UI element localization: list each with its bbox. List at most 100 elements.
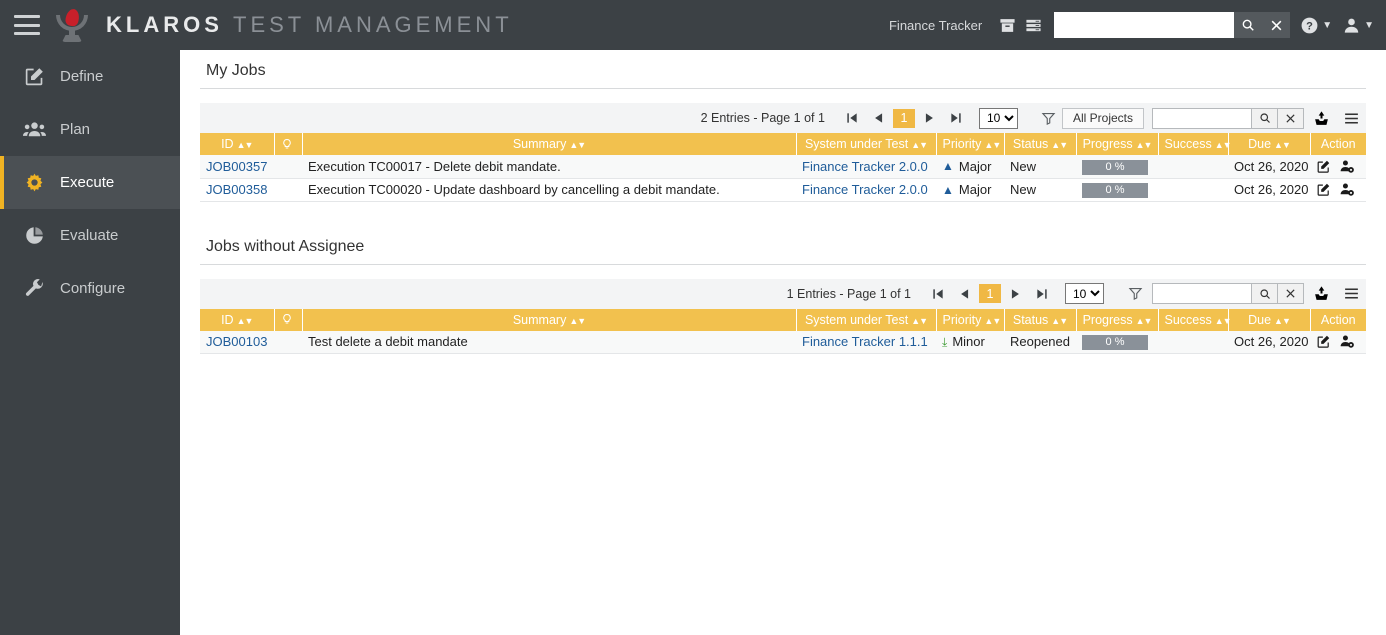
last-page-icon[interactable] bbox=[1031, 283, 1053, 305]
cell-flag bbox=[274, 330, 302, 354]
entries-count-label: 1 Entries - Page 1 of 1 bbox=[786, 286, 911, 301]
cell-id: JOB00357 bbox=[200, 155, 274, 179]
sut-link[interactable]: Finance Tracker 2.0.0 bbox=[802, 182, 928, 197]
table-row[interactable]: JOB00103 Test delete a debit mandate Fin… bbox=[200, 330, 1366, 354]
column-label: Progress bbox=[1082, 137, 1133, 151]
column-header-summary[interactable]: Summary ▲▼ bbox=[302, 308, 797, 331]
sidebar-item-execute[interactable]: Execute bbox=[0, 156, 180, 209]
sidebar-item-plan[interactable]: Plan bbox=[0, 103, 180, 156]
search-input[interactable] bbox=[1054, 12, 1235, 38]
table-row[interactable]: JOB00358 Execution TC00020 - Update dash… bbox=[200, 178, 1366, 202]
sort-icon: ▲▼ bbox=[1274, 315, 1291, 326]
edit-pencil-icon[interactable] bbox=[1316, 182, 1331, 197]
sidebar-item-label: Plan bbox=[60, 121, 91, 138]
current-project-label: Finance Tracker bbox=[888, 17, 983, 33]
sidebar-item-evaluate[interactable]: Evaluate bbox=[0, 209, 180, 262]
column-header-system-under-test[interactable]: System under Test ▲▼ bbox=[796, 133, 937, 155]
page-size-select[interactable]: 10 bbox=[1065, 283, 1104, 304]
sut-link[interactable]: Finance Tracker 2.0.0 bbox=[802, 159, 928, 174]
hamburger-icon[interactable] bbox=[14, 15, 40, 35]
sut-link[interactable]: Finance Tracker 1.1.1 bbox=[802, 334, 928, 349]
cell-action bbox=[1310, 178, 1366, 202]
column-header-success[interactable]: Success ▲▼ bbox=[1158, 133, 1232, 155]
last-page-icon[interactable] bbox=[945, 107, 967, 129]
sort-icon: ▲▼ bbox=[984, 315, 1001, 326]
table-header-row: ID ▲▼ Summary ▲▼ System under Test ▲▼ Pr… bbox=[200, 308, 1366, 331]
funnel-filter-icon[interactable] bbox=[1122, 286, 1148, 301]
assign-user-icon[interactable] bbox=[1339, 182, 1355, 197]
column-header-priority[interactable]: Priority ▲▼ bbox=[936, 133, 1005, 155]
table-filter-clear-icon[interactable] bbox=[1278, 107, 1304, 129]
table-row[interactable]: JOB00357 Execution TC00017 - Delete debi… bbox=[200, 155, 1366, 179]
column-header-status[interactable]: Status ▲▼ bbox=[1004, 308, 1077, 331]
sidebar-item-configure[interactable]: Configure bbox=[0, 262, 180, 315]
table-filter-search-icon[interactable] bbox=[1252, 283, 1278, 304]
sort-icon: ▲▼ bbox=[236, 140, 254, 150]
page-size-select[interactable]: 10 bbox=[978, 107, 1018, 129]
column-header-progress[interactable]: Progress ▲▼ bbox=[1076, 308, 1159, 331]
cell-success bbox=[1158, 155, 1228, 179]
cell-progress: 0 % bbox=[1076, 155, 1158, 179]
column-header-due[interactable]: Due ▲▼ bbox=[1228, 133, 1311, 155]
table-menu-icon[interactable] bbox=[1338, 110, 1364, 127]
column-header-summary[interactable]: Summary ▲▼ bbox=[302, 133, 797, 155]
job-id-link[interactable]: JOB00357 bbox=[206, 159, 267, 174]
chevron-up-icon: ▲ bbox=[942, 159, 954, 174]
column-label: Action bbox=[1320, 312, 1356, 327]
funnel-filter-icon[interactable] bbox=[1036, 111, 1062, 126]
sidebar-item-define[interactable]: Define bbox=[0, 50, 180, 103]
column-header-action: Action bbox=[1310, 133, 1366, 155]
table-filter-input[interactable] bbox=[1152, 107, 1252, 129]
pagination-controls: 1 10 bbox=[927, 283, 1104, 305]
search-icon[interactable] bbox=[1234, 12, 1263, 38]
column-label: Summary bbox=[512, 137, 567, 151]
download-inbox-icon[interactable] bbox=[1308, 110, 1334, 127]
table-filter-clear-icon[interactable] bbox=[1278, 283, 1304, 304]
current-page-number[interactable]: 1 bbox=[979, 284, 1001, 303]
server-stack-icon[interactable] bbox=[1020, 12, 1046, 38]
next-page-icon[interactable] bbox=[1005, 283, 1027, 305]
edit-pencil-icon[interactable] bbox=[1316, 334, 1331, 349]
column-header-due[interactable]: Due ▲▼ bbox=[1228, 308, 1311, 331]
sidebar-item-label: Evaluate bbox=[60, 227, 119, 244]
cell-status: New bbox=[1004, 155, 1076, 179]
column-header-progress[interactable]: Progress ▲▼ bbox=[1076, 133, 1159, 155]
brand-subtitle: TEST MANAGEMENT bbox=[233, 12, 513, 37]
global-search bbox=[1054, 12, 1291, 38]
download-inbox-icon[interactable] bbox=[1308, 285, 1334, 302]
column-header-status[interactable]: Status ▲▼ bbox=[1004, 133, 1077, 155]
job-id-link[interactable]: JOB00103 bbox=[206, 334, 267, 349]
first-page-icon[interactable] bbox=[841, 107, 863, 129]
help-menu[interactable]: ? ▼ bbox=[1300, 16, 1332, 35]
section-jobs-without-assignee: Jobs without Assignee 1 Entries - Page 1… bbox=[200, 226, 1366, 354]
edit-pencil-icon[interactable] bbox=[1316, 159, 1331, 174]
clear-x-icon[interactable] bbox=[1262, 12, 1291, 38]
job-id-link[interactable]: JOB00358 bbox=[206, 182, 267, 197]
column-header-priority[interactable]: Priority ▲▼ bbox=[936, 308, 1005, 331]
column-header-id[interactable]: ID ▲▼ bbox=[200, 133, 275, 155]
column-header-id[interactable]: ID ▲▼ bbox=[200, 308, 275, 331]
previous-page-icon[interactable] bbox=[953, 283, 975, 305]
first-page-icon[interactable] bbox=[927, 283, 949, 305]
sort-icon: ▲▼ bbox=[1135, 140, 1153, 150]
column-header-system-under-test[interactable]: System under Test ▲▼ bbox=[796, 308, 937, 331]
cell-priority: ▲ Major bbox=[936, 155, 1004, 179]
current-page-number[interactable]: 1 bbox=[892, 108, 915, 128]
header-right-tools: Finance Tracker ? ▼ ▼ bbox=[889, 12, 1386, 38]
user-menu[interactable]: ▼ bbox=[1342, 16, 1374, 35]
column-header-success[interactable]: Success ▲▼ bbox=[1158, 308, 1232, 331]
previous-page-icon[interactable] bbox=[867, 107, 889, 129]
next-page-icon[interactable] bbox=[919, 107, 941, 129]
cell-due: Oct 26, 2020 bbox=[1228, 330, 1310, 354]
all-projects-button[interactable]: All Projects bbox=[1061, 107, 1144, 129]
assign-user-icon[interactable] bbox=[1339, 334, 1355, 349]
assign-user-icon[interactable] bbox=[1339, 159, 1355, 174]
table-tools bbox=[1122, 283, 1366, 304]
archive-box-icon[interactable] bbox=[994, 12, 1020, 38]
column-header-flag[interactable] bbox=[274, 133, 303, 155]
column-header-flag[interactable] bbox=[274, 308, 303, 331]
table-filter-input[interactable] bbox=[1152, 283, 1252, 304]
table-filter-search-icon[interactable] bbox=[1252, 107, 1278, 129]
table-menu-icon[interactable] bbox=[1338, 285, 1364, 302]
cell-due: Oct 26, 2020 bbox=[1228, 178, 1310, 202]
